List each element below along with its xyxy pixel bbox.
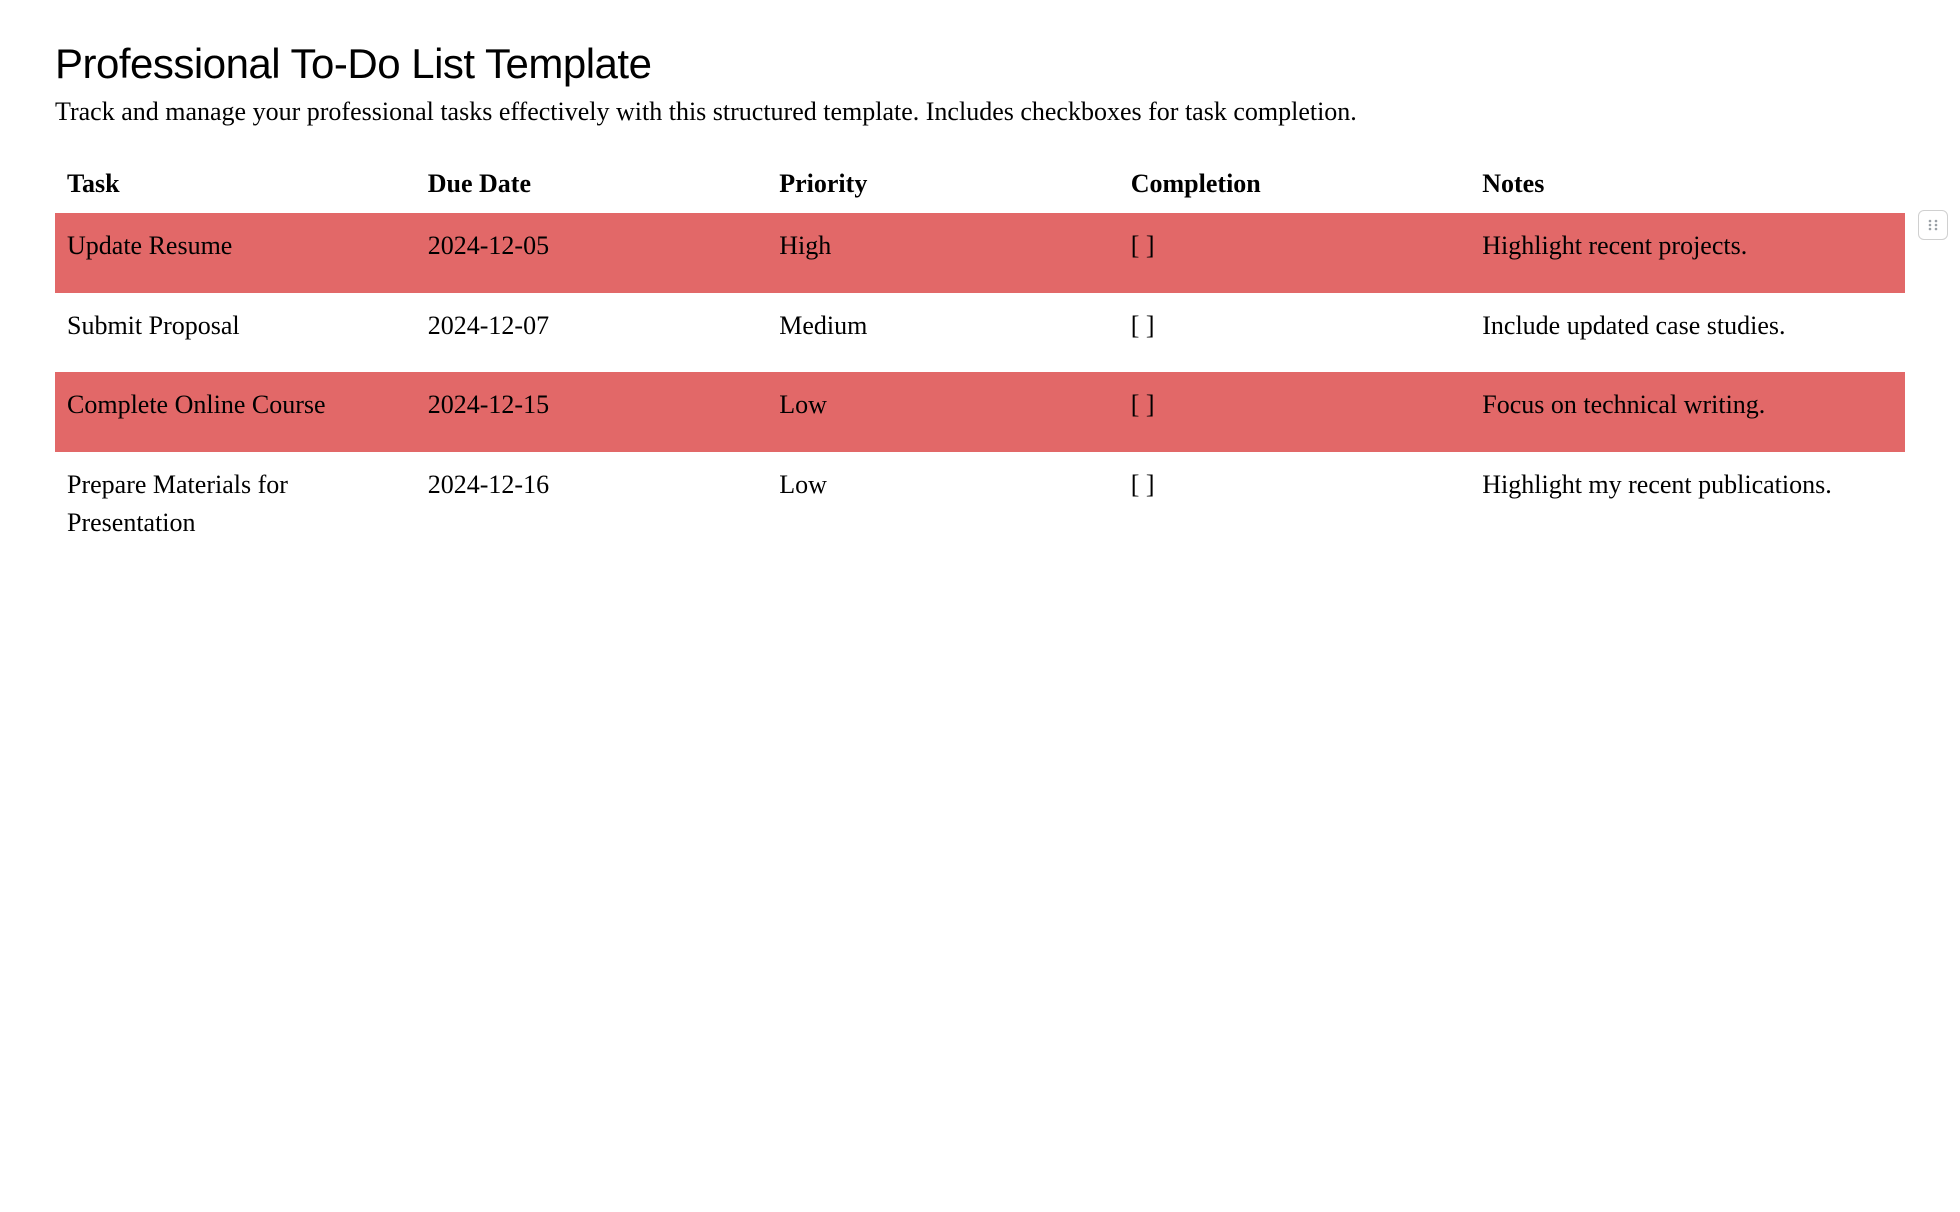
cell-completion[interactable]: [ ]: [1119, 452, 1471, 569]
col-header-completion: Completion: [1119, 155, 1471, 213]
cell-task: Prepare Materials for Presentation: [55, 452, 416, 569]
cell-priority: Low: [767, 372, 1119, 452]
drag-handle-icon[interactable]: [1918, 210, 1948, 240]
cell-task: Update Resume: [55, 213, 416, 293]
cell-notes: Highlight my recent publications.: [1470, 452, 1905, 569]
cell-notes: Include updated case studies.: [1470, 293, 1905, 373]
table-header-row: Task Due Date Priority Completion Notes: [55, 155, 1905, 213]
cell-due: 2024-12-07: [416, 293, 768, 373]
page-title: Professional To-Do List Template: [55, 40, 1905, 88]
cell-completion[interactable]: [ ]: [1119, 213, 1471, 293]
table-row: Update Resume2024-12-05High[ ]Highlight …: [55, 213, 1905, 293]
cell-task: Complete Online Course: [55, 372, 416, 452]
cell-due: 2024-12-16: [416, 452, 768, 569]
cell-notes: Highlight recent projects.: [1470, 213, 1905, 293]
col-header-due: Due Date: [416, 155, 768, 213]
table-row: Prepare Materials for Presentation2024-1…: [55, 452, 1905, 569]
cell-task: Submit Proposal: [55, 293, 416, 373]
cell-priority: Medium: [767, 293, 1119, 373]
cell-completion[interactable]: [ ]: [1119, 372, 1471, 452]
cell-completion[interactable]: [ ]: [1119, 293, 1471, 373]
cell-due: 2024-12-05: [416, 213, 768, 293]
table-row: Complete Online Course2024-12-15Low[ ]Fo…: [55, 372, 1905, 452]
cell-priority: High: [767, 213, 1119, 293]
table-row: Submit Proposal2024-12-07Medium[ ]Includ…: [55, 293, 1905, 373]
cell-priority: Low: [767, 452, 1119, 569]
todo-table: Task Due Date Priority Completion Notes …: [55, 155, 1905, 569]
col-header-priority: Priority: [767, 155, 1119, 213]
col-header-notes: Notes: [1470, 155, 1905, 213]
col-header-task: Task: [55, 155, 416, 213]
cell-notes: Focus on technical writing.: [1470, 372, 1905, 452]
cell-due: 2024-12-15: [416, 372, 768, 452]
page-subtitle: Track and manage your professional tasks…: [55, 92, 1905, 131]
